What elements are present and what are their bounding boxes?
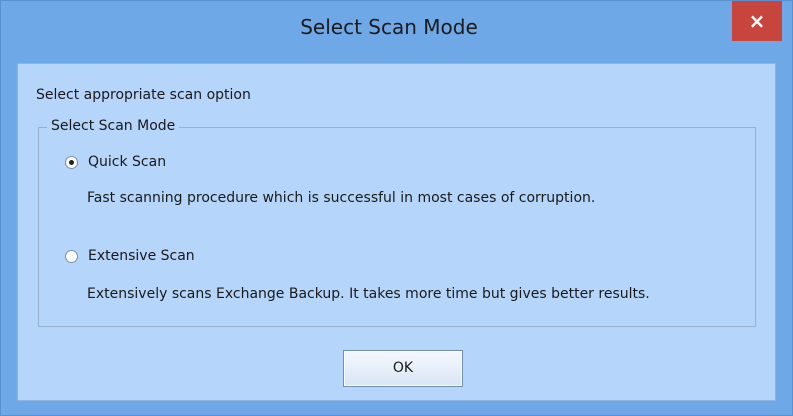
- dialog-body: Select appropriate scan option Select Sc…: [17, 63, 776, 401]
- dialog-title: Select Scan Mode: [300, 15, 478, 39]
- quick-scan-label[interactable]: Quick Scan: [88, 154, 166, 170]
- quick-scan-option[interactable]: Quick Scan: [65, 154, 166, 170]
- extensive-scan-description: Extensively scans Exchange Backup. It ta…: [87, 286, 650, 302]
- extensive-scan-label[interactable]: Extensive Scan: [88, 248, 195, 264]
- group-legend: Select Scan Mode: [47, 118, 180, 134]
- scan-mode-group: Select Scan Mode Quick Scan Fast scannin…: [38, 118, 756, 327]
- select-scan-mode-dialog: Select Scan Mode × Select appropriate sc…: [0, 0, 793, 416]
- close-button[interactable]: ×: [732, 1, 782, 41]
- instruction-text: Select appropriate scan option: [36, 87, 251, 103]
- quick-scan-radio[interactable]: [65, 155, 78, 169]
- extensive-scan-radio[interactable]: [65, 249, 78, 263]
- title-bar[interactable]: Select Scan Mode ×: [1, 1, 792, 63]
- extensive-scan-option[interactable]: Extensive Scan: [65, 248, 195, 264]
- close-icon: ×: [748, 9, 766, 33]
- quick-scan-description: Fast scanning procedure which is success…: [87, 190, 596, 206]
- ok-button[interactable]: OK: [343, 350, 463, 387]
